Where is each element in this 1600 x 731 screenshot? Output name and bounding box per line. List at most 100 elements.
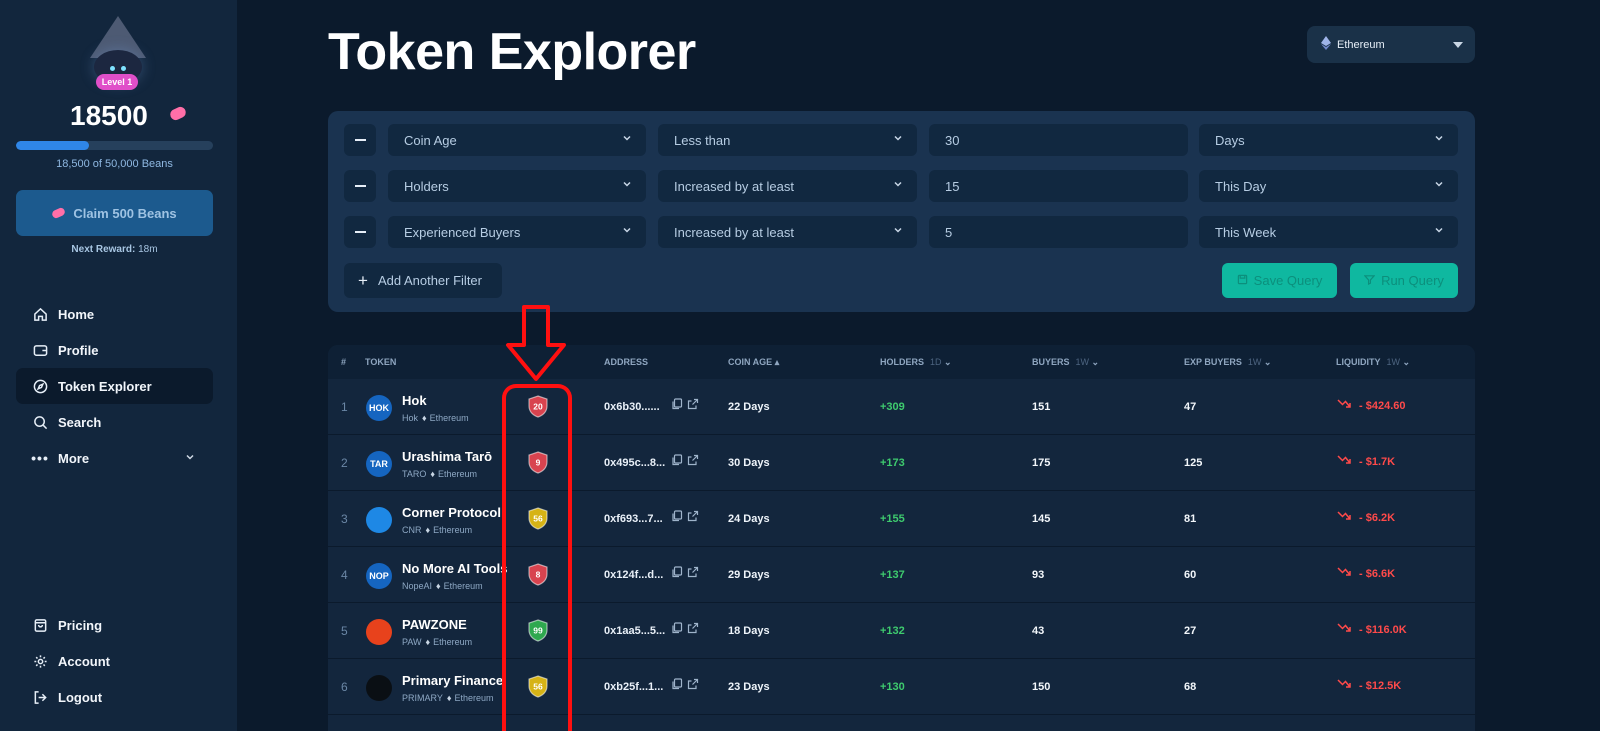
- chevron-down-icon: [622, 179, 632, 192]
- claim-beans-label: Claim 500 Beans: [73, 205, 177, 221]
- token-name[interactable]: No More AI Tools: [402, 561, 507, 576]
- save-query-label: Save Query: [1253, 273, 1323, 288]
- minus-icon: [354, 231, 366, 233]
- chevron-down-icon: [1434, 179, 1444, 192]
- token-table: # TOKEN ADDRESS COIN AGE ▴ HOLDERS 1D ⌄ B…: [328, 345, 1475, 731]
- coin-age: 23 Days: [728, 681, 770, 693]
- filter-field-select[interactable]: Holders: [388, 170, 646, 202]
- token-name[interactable]: Urashima Tarō: [402, 449, 492, 464]
- filter-field-select[interactable]: Experienced Buyers: [388, 216, 646, 248]
- chain-select[interactable]: Ethereum: [1307, 26, 1475, 63]
- table-row[interactable]: 2 TAR Urashima Tarō TARO ♦ Ethereum 9 0x495c...…: [328, 435, 1475, 491]
- header-exp-buyers[interactable]: EXP BUYERS 1W ⌄: [1184, 357, 1271, 368]
- token-logo: HOK: [366, 395, 392, 421]
- filter-operator-select[interactable]: Increased by at least: [658, 170, 917, 202]
- holders-change: +155: [880, 513, 905, 525]
- filter-value-input[interactable]: 30: [929, 124, 1188, 156]
- table-row[interactable]: 4 NOP No More AI Tools NopeAI ♦ Ethereum 8 0x12…: [328, 547, 1475, 603]
- buyers-count: 150: [1032, 681, 1051, 693]
- filter-value-input[interactable]: 15: [929, 170, 1188, 202]
- nav-item-search[interactable]: Search: [16, 404, 213, 440]
- header-rank: #: [341, 357, 347, 367]
- table-row[interactable]: 1 HOK Hok Hok ♦ Ethereum 20 0x6b30...... 22 Days…: [328, 379, 1475, 435]
- token-name[interactable]: Hok: [402, 393, 427, 408]
- run-query-button[interactable]: Run Query: [1350, 263, 1458, 298]
- nav-item-account[interactable]: Account: [16, 643, 213, 679]
- table-header: # TOKEN ADDRESS COIN AGE ▴ HOLDERS 1D ⌄ B…: [328, 345, 1475, 379]
- next-reward-value: 18m: [138, 244, 158, 255]
- token-chain: Ethereum: [437, 469, 477, 479]
- copy-icon[interactable]: [671, 510, 683, 522]
- add-filter-button[interactable]: + Add Another Filter: [344, 263, 502, 298]
- token-name[interactable]: PAWZONE: [402, 617, 467, 632]
- trend-down-icon: [1337, 511, 1351, 524]
- filter-field-value: Holders: [404, 178, 449, 194]
- nav-item-more[interactable]: ••• More: [16, 440, 213, 476]
- copy-icon[interactable]: [671, 566, 683, 578]
- filter-operator-value: Less than: [674, 132, 731, 148]
- filter-value-input[interactable]: 5: [929, 216, 1188, 248]
- filter-operator-select[interactable]: Increased by at least: [658, 216, 917, 248]
- trend-down-icon: [1337, 567, 1351, 580]
- nav-item-home[interactable]: Home: [16, 296, 213, 332]
- nav-item-label: Profile: [58, 342, 99, 358]
- external-link-icon[interactable]: [687, 510, 699, 522]
- filter-operator-select[interactable]: Less than: [658, 124, 917, 156]
- filter-value: 5: [945, 224, 953, 240]
- chevron-down-icon: [185, 452, 195, 465]
- save-query-button[interactable]: Save Query: [1222, 263, 1337, 298]
- token-chain: Ethereum: [454, 693, 494, 703]
- liquidity-change: - $6.2K: [1337, 511, 1395, 524]
- external-link-icon[interactable]: [687, 678, 699, 690]
- filter-unit-select[interactable]: This Week: [1199, 216, 1458, 248]
- coin-age: 18 Days: [728, 625, 770, 637]
- token-logo: [366, 675, 392, 701]
- table-row[interactable]: 3 Corner Protocol CNR ♦ Ethereum 56 0xf693...7…: [328, 491, 1475, 547]
- external-link-icon[interactable]: [687, 622, 699, 634]
- gear-icon: [32, 653, 48, 669]
- header-holders[interactable]: HOLDERS 1D ⌄: [880, 357, 952, 368]
- token-name[interactable]: Corner Protocol: [402, 505, 501, 520]
- nav-item-logout[interactable]: Logout: [16, 679, 213, 715]
- token-chain: Ethereum: [433, 525, 473, 535]
- header-buyers[interactable]: BUYERS 1W ⌄: [1032, 357, 1099, 368]
- bag-icon: [32, 617, 48, 633]
- nav-item-token-explorer[interactable]: Token Explorer: [16, 368, 213, 404]
- filter-field-value: Experienced Buyers: [404, 224, 521, 240]
- save-icon: [1237, 273, 1248, 288]
- header-liquidity[interactable]: LIQUIDITY 1W ⌄: [1336, 357, 1410, 368]
- trend-down-icon: [1337, 399, 1351, 412]
- copy-icon[interactable]: [671, 398, 683, 410]
- header-coin-age[interactable]: COIN AGE ▴: [728, 357, 779, 368]
- filter-unit-select[interactable]: Days: [1199, 124, 1458, 156]
- holders-change: +137: [880, 569, 905, 581]
- filter-unit-select[interactable]: This Day: [1199, 170, 1458, 202]
- remove-filter-button[interactable]: [344, 216, 376, 248]
- nav-item-label: Home: [58, 306, 95, 322]
- external-link-icon[interactable]: [687, 454, 699, 466]
- trend-down-icon: [1337, 679, 1351, 692]
- table-row[interactable]: 5 PAWZONE PAW ♦ Ethereum 99 0x1aa5...5... 18 Da…: [328, 603, 1475, 659]
- nav-item-pricing[interactable]: Pricing: [16, 607, 213, 643]
- exp-buyers-count: 125: [1184, 457, 1203, 469]
- liquidity-change: - $1.7K: [1337, 455, 1395, 468]
- remove-filter-button[interactable]: [344, 170, 376, 202]
- copy-icon[interactable]: [671, 454, 683, 466]
- sort-indicator-icon: ▴: [774, 357, 780, 367]
- table-row[interactable]: 6 Primary Finance PRIMARY ♦ Ethereum 56 0xb25f…: [328, 659, 1475, 715]
- claim-beans-button[interactable]: Claim 500 Beans: [16, 190, 213, 236]
- filter-field-select[interactable]: Coin Age: [388, 124, 646, 156]
- copy-icon[interactable]: [671, 622, 683, 634]
- row-rank: 1: [341, 400, 348, 414]
- exp-buyers-count: 27: [1184, 625, 1197, 637]
- remove-filter-button[interactable]: [344, 124, 376, 156]
- external-link-icon[interactable]: [687, 566, 699, 578]
- external-link-icon[interactable]: [687, 398, 699, 410]
- page-title: Token Explorer: [328, 23, 696, 81]
- token-name[interactable]: Primary Finance: [402, 673, 503, 688]
- liquidity-value: - $6.2K: [1359, 511, 1396, 524]
- nav-item-label: Account: [58, 653, 110, 669]
- copy-icon[interactable]: [671, 678, 683, 690]
- add-filter-label: Add Another Filter: [377, 273, 482, 288]
- nav-item-profile[interactable]: Profile: [16, 332, 213, 368]
